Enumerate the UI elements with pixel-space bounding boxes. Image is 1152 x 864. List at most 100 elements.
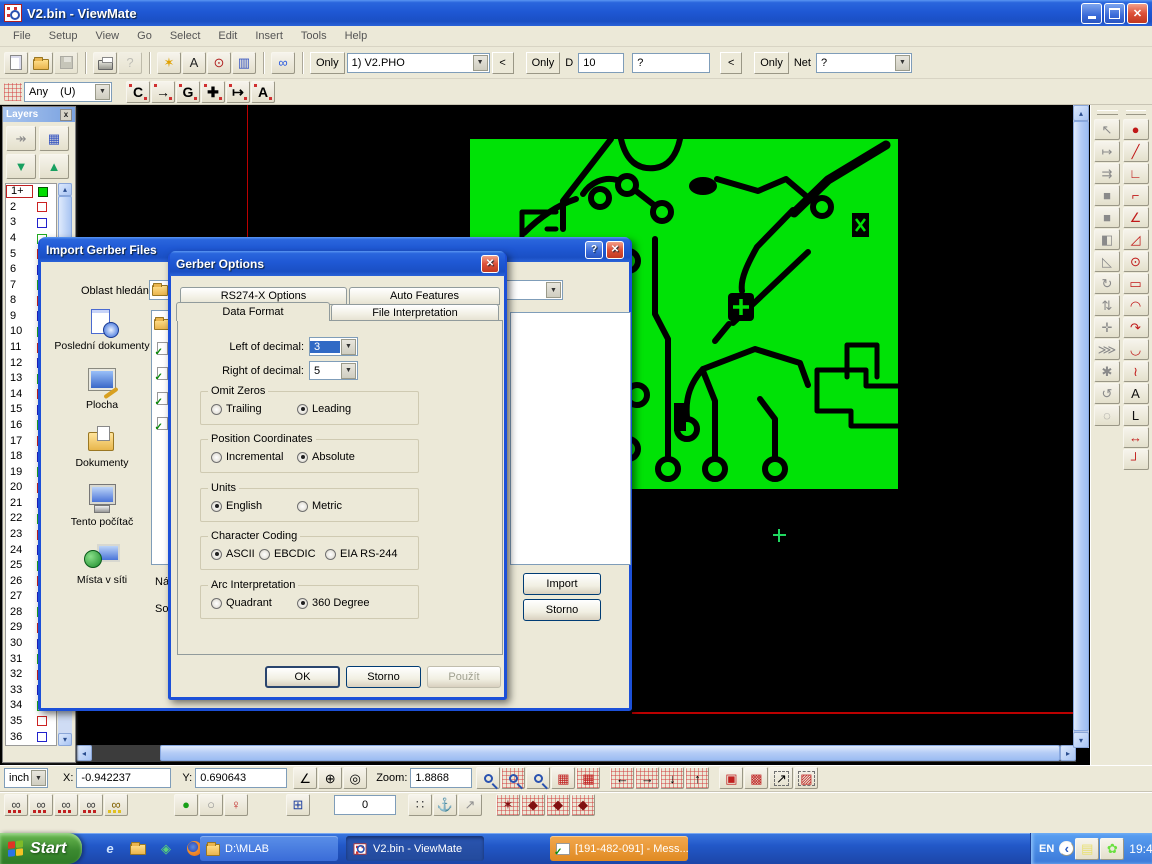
line-tool[interactable]: ╱ [1123, 141, 1149, 162]
rectangle-tool[interactable]: ▭ [1123, 273, 1149, 294]
place-recent-documents[interactable]: Poslední dokumenty [53, 308, 151, 353]
shear-tool[interactable]: ◺ [1094, 251, 1120, 272]
move-tool[interactable]: ✛ [1094, 317, 1120, 338]
dcode-g-button[interactable]: G [176, 81, 200, 103]
open-file-button[interactable] [29, 52, 53, 74]
highlight-off-button[interactable]: ○ [199, 794, 223, 816]
anchor-button[interactable]: ⚓ [433, 794, 457, 816]
pan-right-button[interactable]: → [635, 767, 659, 789]
view-outlines-button[interactable]: ∞ [79, 794, 103, 816]
mark-window-button[interactable]: ▨ [794, 767, 818, 789]
menu-insert[interactable]: Insert [246, 28, 292, 44]
layers-scroll-up-button[interactable]: ▴ [58, 183, 72, 196]
taskbar-task-d-mlab[interactable]: D:\MLAB [200, 836, 338, 861]
triangle-tool[interactable]: ◿ [1123, 229, 1149, 250]
help-book-icon[interactable]: ◈ [156, 838, 176, 858]
vertical-scroll-thumb[interactable] [1073, 121, 1089, 731]
right-of-decimal-combo[interactable]: 5 ▼ [309, 361, 358, 380]
layer-row-3[interactable]: 3 [6, 215, 56, 231]
flash-highlight-button[interactable]: ✶ [157, 52, 181, 74]
cancel-button[interactable]: Storno [523, 599, 601, 621]
only-layer-toggle[interactable]: Only [310, 52, 345, 74]
radio-ebcdic[interactable]: EBCDIC [259, 548, 316, 560]
view-all-button[interactable]: ∞ [104, 794, 128, 816]
layer-row-1+[interactable]: 1+ [6, 184, 56, 200]
only-net-toggle[interactable]: Only [754, 52, 789, 74]
zoom-window-button[interactable] [526, 767, 550, 789]
dcode-arrow-button[interactable]: → [151, 81, 175, 103]
menu-view[interactable]: View [86, 28, 128, 44]
dimension-tool[interactable]: ↔ [1123, 427, 1149, 448]
grid-snap-button[interactable]: ▦ [576, 767, 600, 789]
x-coordinate-field[interactable]: -0.942237 [76, 768, 171, 788]
pan-left-button[interactable]: ← [610, 767, 634, 789]
ie-icon[interactable]: e [100, 838, 120, 858]
radio-metric[interactable]: Metric [297, 500, 342, 512]
previous-layer-button[interactable]: < [492, 52, 514, 74]
aperture-combo[interactable]: Any (U) ▼ [24, 82, 112, 102]
dcode-a-button[interactable]: A [251, 81, 275, 103]
close-button[interactable]: ✕ [1127, 3, 1148, 24]
tab-data-format[interactable]: Data Format [176, 302, 330, 321]
layers-panel-titlebar[interactable]: Layers x [3, 107, 75, 122]
radio-english[interactable]: English [211, 500, 262, 512]
film-colors-button[interactable]: ▥ [232, 52, 256, 74]
transfer-tool[interactable]: ↦ [1094, 141, 1120, 162]
place-network-places[interactable]: Místa v síti [53, 542, 151, 587]
view-window-a-button[interactable]: ▣ [719, 767, 743, 789]
view-shapes-button[interactable]: ∞ [54, 794, 78, 816]
polyline-tool[interactable]: ∟ [1123, 163, 1149, 184]
menu-file[interactable]: File [4, 28, 40, 44]
tab-auto-features[interactable]: Auto Features [349, 287, 500, 305]
angle-measure-button[interactable]: ∠ [293, 767, 317, 789]
chevron-down-icon[interactable]: ▼ [341, 339, 356, 355]
center-view-button[interactable]: ⊕ [318, 767, 342, 789]
menu-setup[interactable]: Setup [40, 28, 87, 44]
elbow-tool[interactable]: ┘ [1123, 449, 1149, 470]
radio-eia-rs-244[interactable]: EIA RS-244 [325, 548, 397, 560]
layers-scroll-down-button[interactable]: ▾ [58, 733, 72, 746]
chevron-down-icon[interactable]: ▼ [95, 84, 110, 100]
pattern-flash-button[interactable]: ✶ [496, 794, 520, 816]
radio-ascii[interactable]: ASCII [211, 548, 255, 560]
filled-rect-alt-tool[interactable]: ■ [1094, 207, 1120, 228]
chevron-down-icon[interactable]: ▼ [31, 770, 46, 786]
clock[interactable]: 19:47 [1129, 842, 1152, 856]
layer-color-swatch[interactable] [37, 732, 47, 742]
label-tool[interactable]: L [1123, 405, 1149, 426]
save-file-button[interactable] [54, 52, 78, 74]
transfer-all-tool[interactable]: ⇉ [1094, 163, 1120, 184]
arc-tangent-tool[interactable]: ◡ [1123, 339, 1149, 360]
settings-tool[interactable]: ✱ [1094, 361, 1120, 382]
menu-edit[interactable]: Edit [209, 28, 246, 44]
dcode-c-button[interactable]: C [126, 81, 150, 103]
undo-tool[interactable]: ↺ [1094, 383, 1120, 404]
select-cursor-tool[interactable]: ↖ [1094, 119, 1120, 140]
context-help-button[interactable]: ? [118, 52, 142, 74]
radio-quadrant[interactable]: Quadrant [211, 597, 272, 609]
text-tool[interactable]: A [1123, 383, 1149, 404]
tile-view-button[interactable]: ⊞ [286, 794, 310, 816]
chevron-down-icon[interactable]: ▼ [473, 55, 488, 71]
ok-button[interactable]: OK [265, 666, 340, 688]
dialog-close-button[interactable]: ✕ [606, 241, 624, 259]
resize-tool[interactable]: ⇅ [1094, 295, 1120, 316]
dcode-plus-button[interactable]: ✚ [201, 81, 225, 103]
start-button[interactable]: Start [0, 833, 82, 864]
file-list[interactable] [510, 312, 631, 565]
locate-point-button[interactable]: ◎ [343, 767, 367, 789]
pad-tool[interactable]: ● [1123, 119, 1149, 140]
radio-absolute[interactable]: Absolute [297, 451, 355, 463]
storno-button[interactable]: Storno [346, 666, 421, 688]
arc-curve-tool[interactable]: ↷ [1123, 317, 1149, 338]
radio-incremental[interactable]: Incremental [211, 451, 283, 463]
scroll-left-button[interactable]: ◂ [76, 745, 92, 761]
apply-button[interactable]: Použít [427, 666, 501, 688]
chevron-down-icon[interactable]: ▼ [895, 55, 910, 71]
pattern-via-button[interactable]: ◆ [546, 794, 570, 816]
layer-row-35[interactable]: 35 [6, 714, 56, 730]
group-select-tool[interactable]: ◌ [1094, 405, 1120, 426]
view-window-b-button[interactable]: ▩ [744, 767, 768, 789]
place-my-computer[interactable]: Tento počítač [53, 484, 151, 529]
place-documents[interactable]: Dokumenty [53, 425, 151, 470]
